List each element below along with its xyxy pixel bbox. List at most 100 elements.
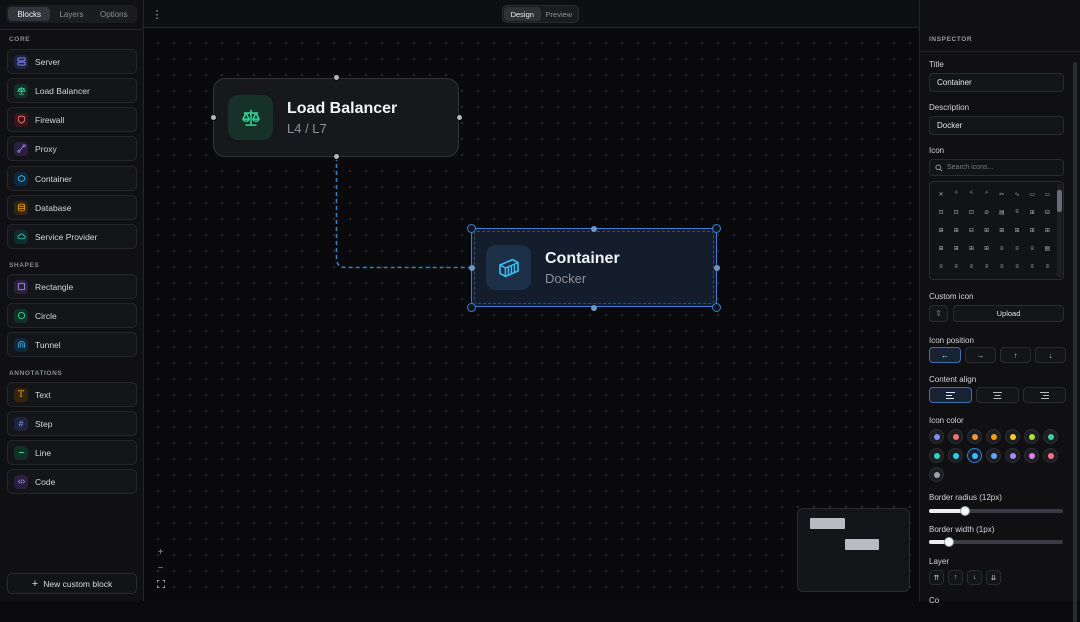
color-swatch[interactable] <box>1043 448 1058 463</box>
icon-option[interactable]: ⊟ <box>966 225 976 235</box>
connection-handle[interactable] <box>714 265 720 271</box>
icon-option[interactable]: ⊡ <box>936 207 946 217</box>
icon-option[interactable]: ⊡ <box>951 207 961 217</box>
icon-option[interactable]: ≡ <box>1012 207 1022 217</box>
icon-option[interactable]: ⊞ <box>1012 225 1022 235</box>
bring-forward-button[interactable]: ↑ <box>948 570 963 585</box>
icon-option[interactable]: ⊡ <box>966 207 976 217</box>
align-center-icon[interactable] <box>976 387 1019 403</box>
color-swatch[interactable] <box>986 448 1001 463</box>
fit-view-icon[interactable] <box>152 576 169 592</box>
icon-option[interactable]: ⊞ <box>966 244 976 254</box>
upload-icon[interactable]: ⇪ <box>929 305 948 322</box>
icon-option[interactable]: ≡ <box>997 262 1007 272</box>
icon-option[interactable]: ≡ <box>1012 262 1022 272</box>
color-swatch[interactable] <box>929 467 944 482</box>
icon-option[interactable]: ⊞ <box>997 225 1007 235</box>
slider-knob[interactable] <box>960 506 971 516</box>
minimap[interactable] <box>797 508 910 592</box>
icon-option[interactable]: ▭ <box>1027 189 1037 199</box>
icon-option[interactable]: ≡ <box>936 262 946 272</box>
position-left-button[interactable]: ← <box>929 347 961 363</box>
swatch-dot <box>1009 433 1016 440</box>
icon-option[interactable]: ⊞ <box>1042 225 1052 235</box>
color-swatch[interactable] <box>986 429 1001 444</box>
color-swatch[interactable] <box>948 448 963 463</box>
layer-buttons: ⇈ ↑ ↓ ⇊ <box>929 570 1001 585</box>
resize-handle-se[interactable] <box>712 303 721 312</box>
icon-option[interactable]: ▭ <box>1042 189 1052 199</box>
bring-to-front-button[interactable]: ⇈ <box>929 570 944 585</box>
icon-option[interactable]: ≡ <box>1042 262 1052 272</box>
inspector-scrollbar[interactable] <box>1072 52 1078 622</box>
scrollbar-thumb[interactable] <box>1073 62 1077 622</box>
node-container[interactable]: Container Docker <box>471 228 717 307</box>
color-swatch[interactable] <box>948 429 963 444</box>
scrollbar[interactable] <box>1057 184 1062 277</box>
description-input[interactable]: Docker <box>929 116 1064 135</box>
icon-option[interactable]: ≡ <box>966 262 976 272</box>
zoom-out-button[interactable]: − <box>152 560 169 576</box>
icon-option[interactable]: ⊞ <box>936 244 946 254</box>
connection-handle[interactable] <box>456 114 463 121</box>
color-swatch[interactable] <box>1043 429 1058 444</box>
send-to-back-button[interactable]: ⇊ <box>986 570 1001 585</box>
icon-search-input[interactable]: Search icons... <box>929 159 1064 176</box>
connection-handle[interactable] <box>333 153 340 160</box>
border-radius-slider[interactable] <box>929 506 1063 516</box>
position-right-button[interactable]: → <box>965 347 996 363</box>
icon-option[interactable]: ✂ <box>997 189 1007 199</box>
color-swatch[interactable] <box>929 448 944 463</box>
icon-option[interactable]: ⊞ <box>951 225 961 235</box>
scrollbar-thumb[interactable] <box>1057 190 1062 212</box>
icon-option[interactable]: ᴬ <box>951 189 961 199</box>
resize-handle-nw[interactable] <box>467 224 476 233</box>
icon-option[interactable]: ⊞ <box>1027 207 1037 217</box>
zoom-in-button[interactable]: + <box>152 544 169 560</box>
icon-option[interactable]: ⊞ <box>982 244 992 254</box>
icon-option[interactable]: ⊟ <box>1042 207 1052 217</box>
icon-option[interactable]: ⊘ <box>982 207 992 217</box>
icon-option[interactable]: ≡ <box>997 244 1007 254</box>
send-backward-button[interactable]: ↓ <box>967 570 982 585</box>
upload-button[interactable]: Upload <box>953 305 1064 322</box>
color-swatch[interactable] <box>1005 429 1020 444</box>
swatch-dot <box>952 433 959 440</box>
icon-option[interactable]: ✕ <box>936 189 946 199</box>
color-swatch[interactable] <box>1005 448 1020 463</box>
resize-handle-sw[interactable] <box>467 303 476 312</box>
border-width-slider[interactable] <box>929 537 1063 547</box>
title-input[interactable]: Container <box>929 73 1064 92</box>
color-swatch[interactable] <box>967 448 982 463</box>
position-bottom-button[interactable]: ↓ <box>1035 347 1066 363</box>
color-swatch[interactable] <box>967 429 982 444</box>
color-swatch[interactable] <box>1024 429 1039 444</box>
icon-option[interactable]: ≡ <box>1012 244 1022 254</box>
position-top-button[interactable]: ↑ <box>1000 347 1031 363</box>
slider-knob[interactable] <box>944 537 955 547</box>
connection-handle[interactable] <box>591 305 597 311</box>
icon-option[interactable]: ≡ <box>1027 244 1037 254</box>
icon-option[interactable]: ≡ <box>1027 262 1037 272</box>
color-swatch[interactable] <box>1024 448 1039 463</box>
icon-option[interactable]: ≡ <box>982 262 992 272</box>
color-swatch[interactable] <box>929 429 944 444</box>
icon-option[interactable]: ⊞ <box>936 225 946 235</box>
icon-option[interactable]: ⊞ <box>982 225 992 235</box>
connection-handle[interactable] <box>469 265 475 271</box>
node-load-balancer[interactable]: Load Balancer L4 / L7 <box>213 78 459 157</box>
icon-option[interactable]: ▤ <box>1042 244 1052 254</box>
connection-handle[interactable] <box>210 114 217 121</box>
resize-handle-ne[interactable] <box>712 224 721 233</box>
connection-handle[interactable] <box>591 226 597 232</box>
icon-option[interactable]: ≡ <box>951 262 961 272</box>
icon-option[interactable]: ▤ <box>997 207 1007 217</box>
icon-option[interactable]: ∿ <box>1012 189 1022 199</box>
icon-option[interactable]: ᴬ <box>966 189 976 199</box>
align-left-icon[interactable] <box>929 387 972 403</box>
icon-option[interactable]: ⊞ <box>951 244 961 254</box>
connection-handle[interactable] <box>333 74 340 81</box>
align-right-icon[interactable] <box>1023 387 1066 403</box>
icon-option[interactable]: ⊞ <box>1027 225 1037 235</box>
icon-option[interactable]: ᴬ <box>982 189 992 199</box>
